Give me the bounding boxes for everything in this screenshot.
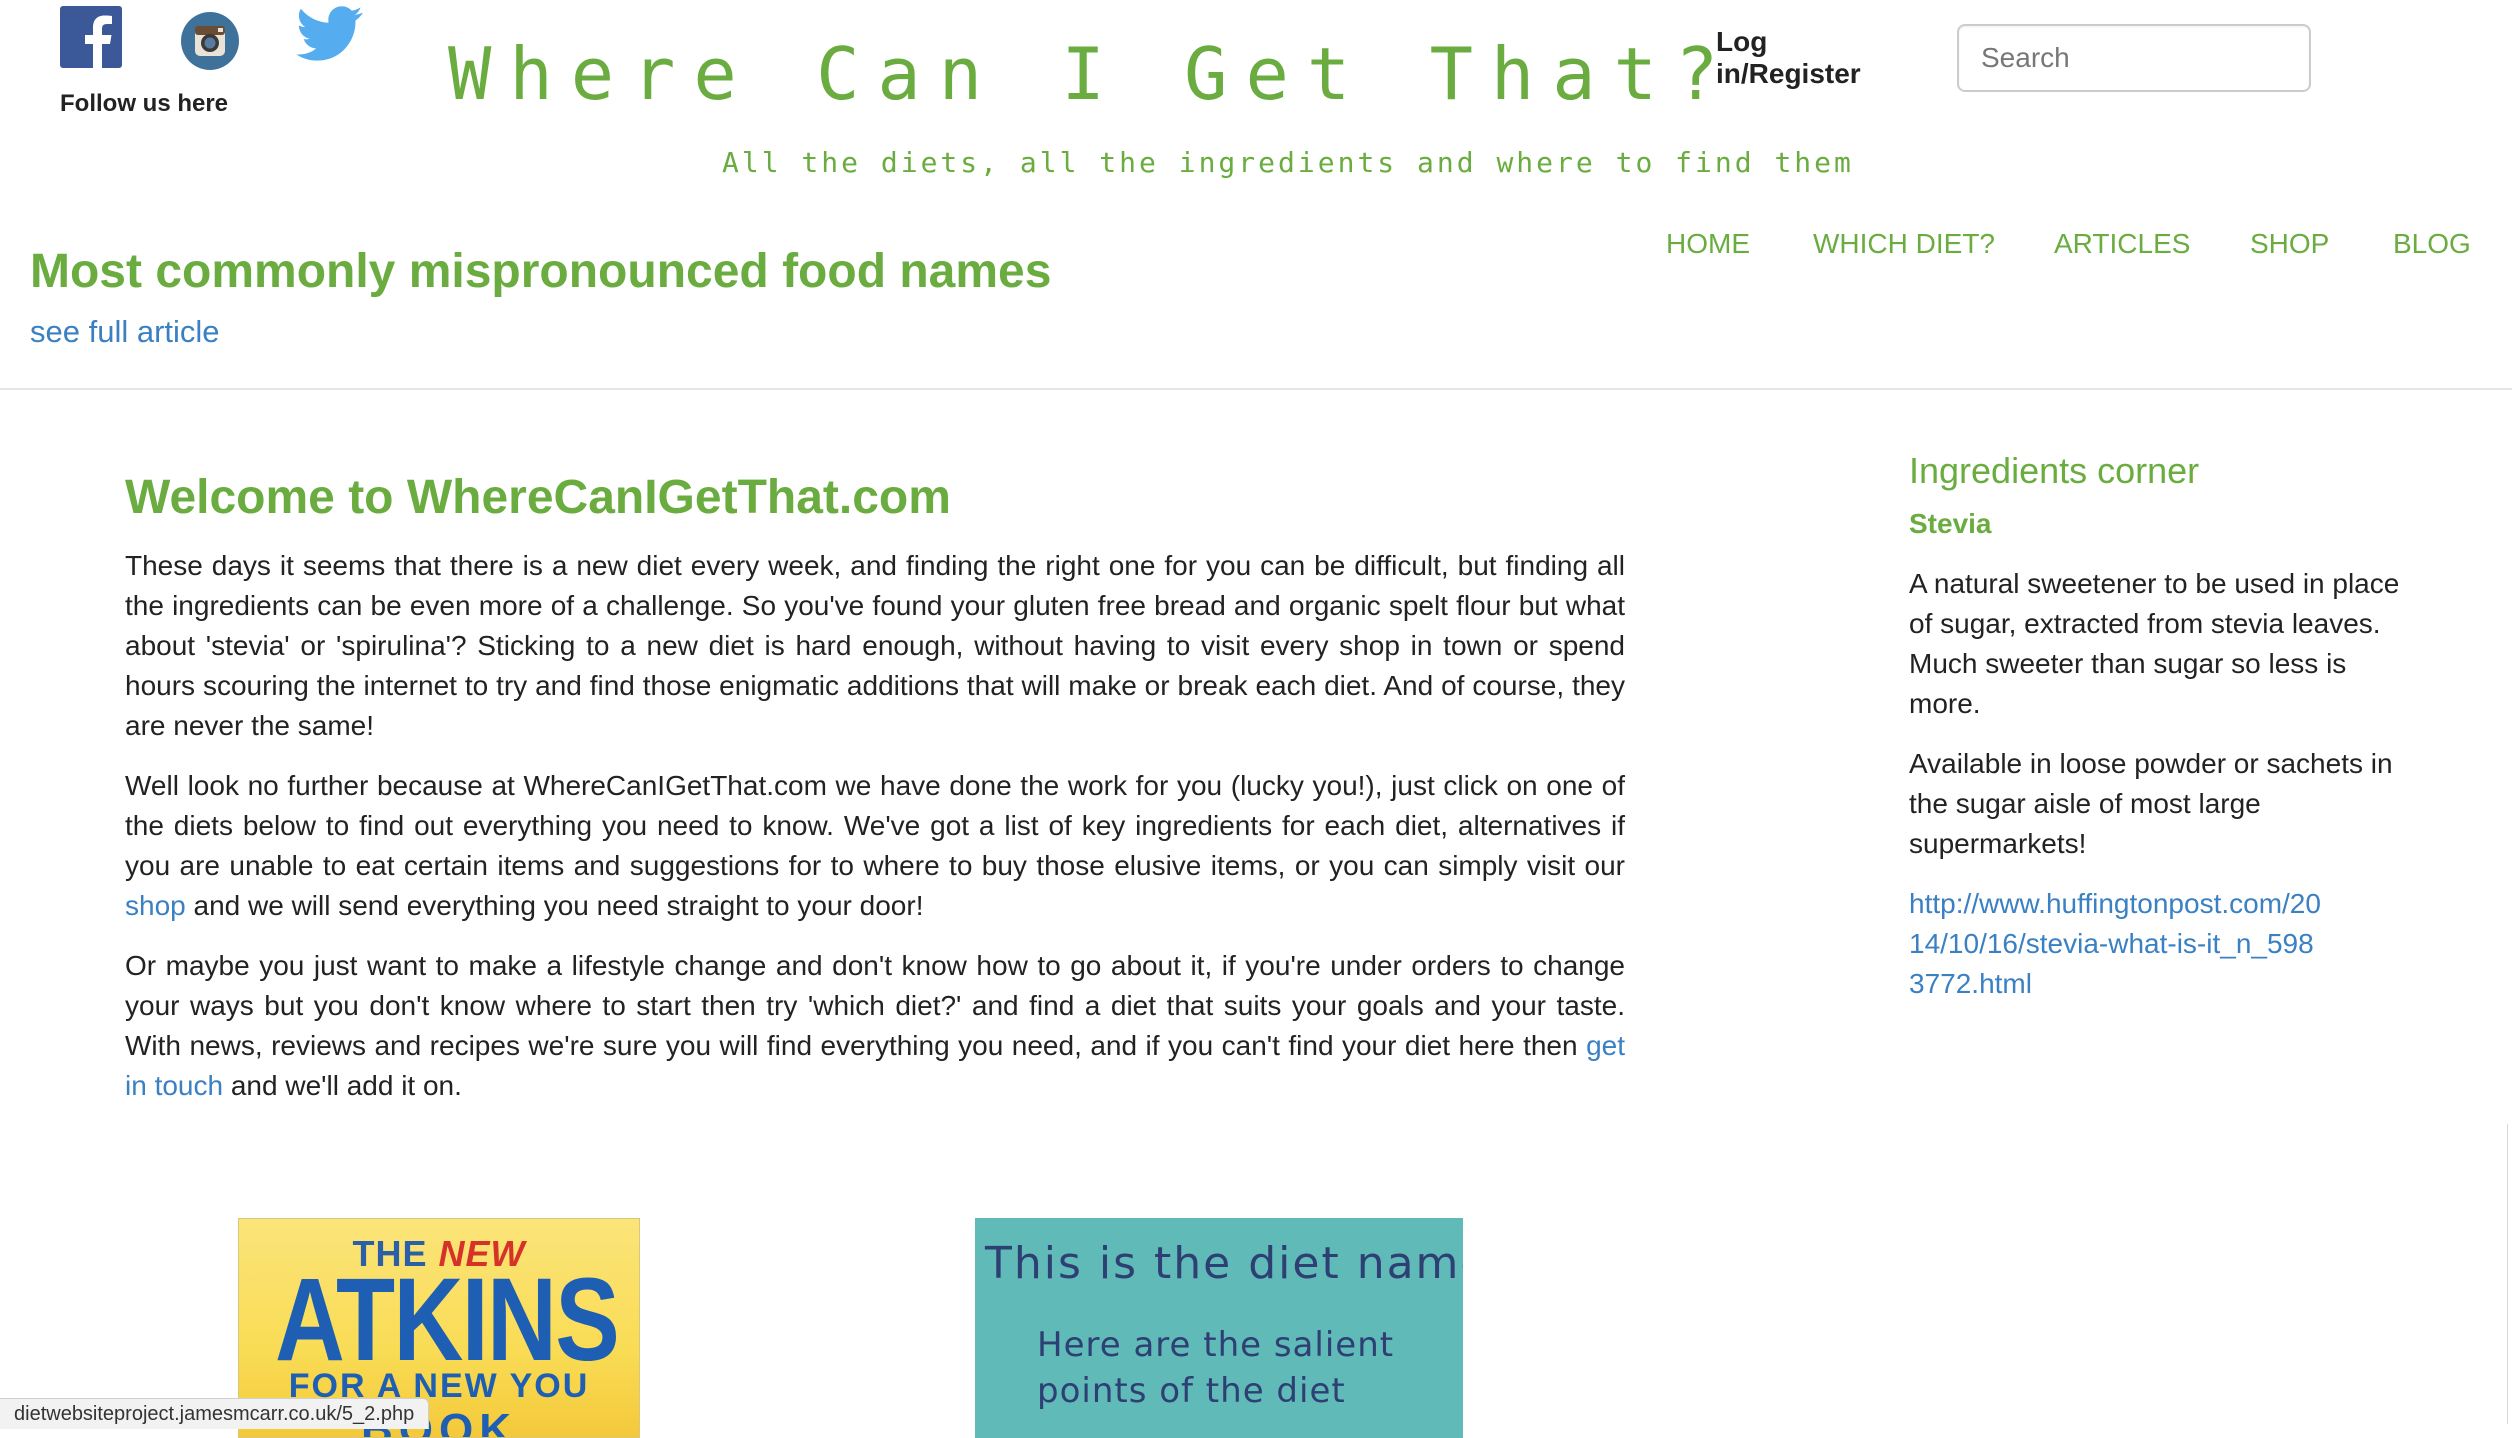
browser-status-url: dietwebsiteproject.jamesmcarr.co.uk/5_2.…	[0, 1398, 430, 1429]
site-tagline: All the diets, all the ingredients and w…	[722, 146, 1854, 179]
diet-card-subtitle: Here are the salient points of the diet	[1037, 1325, 1395, 1411]
sidebar-heading: Ingredients corner	[1909, 450, 2200, 491]
nav-item-shop[interactable]: SHOP	[2250, 228, 2329, 260]
diet-card[interactable]: This is the diet name Here are the salie…	[975, 1218, 1463, 1438]
paragraph-text: Or maybe you just want to make a lifesty…	[125, 950, 1625, 1061]
ingredient-name: Stevia	[1909, 508, 1992, 539]
featured-article-title: Most commonly mispronounced food names	[30, 245, 1052, 298]
twitter-icon[interactable]	[296, 6, 364, 62]
nav-item-which-diet[interactable]: WHICH DIET?	[1813, 228, 1995, 260]
facebook-icon[interactable]	[60, 6, 122, 68]
paragraph-text: and we will send everything you need str…	[185, 890, 924, 921]
header-divider	[0, 388, 2512, 390]
paragraph-text: Well look no further because at WhereCan…	[125, 770, 1625, 881]
ingredient-availability: Available in loose powder or sachets in …	[1909, 748, 2393, 859]
search-input[interactable]	[1957, 24, 2311, 92]
welcome-heading: Welcome to WhereCanIGetThat.com	[125, 471, 951, 524]
ingredients-corner: Ingredients corner Stevia A natural swee…	[1909, 446, 2409, 1004]
nav-item-articles[interactable]: ARTICLES	[2054, 228, 2190, 260]
shop-link[interactable]: shop	[125, 890, 186, 921]
diet-card-title: This is the diet name	[985, 1238, 1463, 1289]
see-full-article-link[interactable]: see full article	[30, 314, 220, 350]
book-cover-title: ATKINS	[275, 1254, 620, 1386]
welcome-section: Welcome to WhereCanIGetThat.com These da…	[125, 468, 1625, 1126]
ingredient-description: A natural sweetener to be used in place …	[1909, 568, 2400, 719]
site-title[interactable]: Where Can I Get That?	[448, 38, 1736, 110]
intro-paragraph-1: These days it seems that there is a new …	[125, 550, 1625, 741]
intro-paragraph-2: Well look no further because at WhereCan…	[125, 766, 1625, 926]
scrollbar-track[interactable]	[2507, 1124, 2512, 1424]
follow-label: Follow us here	[60, 90, 229, 117]
nav-item-blog[interactable]: BLOG	[2393, 228, 2471, 260]
ingredient-source-link[interactable]: http://www.huffingtonpost.com/2014/10/16…	[1909, 884, 2329, 1004]
nav-item-home[interactable]: HOME	[1666, 228, 1750, 260]
instagram-icon[interactable]	[181, 12, 239, 70]
paragraph-text: and we'll add it on.	[223, 1070, 462, 1101]
intro-paragraph-3: Or maybe you just want to make a lifesty…	[125, 946, 1625, 1106]
social-links: Follow us here	[58, 6, 388, 117]
login-register-link[interactable]: Log in/Register	[1716, 26, 1906, 90]
